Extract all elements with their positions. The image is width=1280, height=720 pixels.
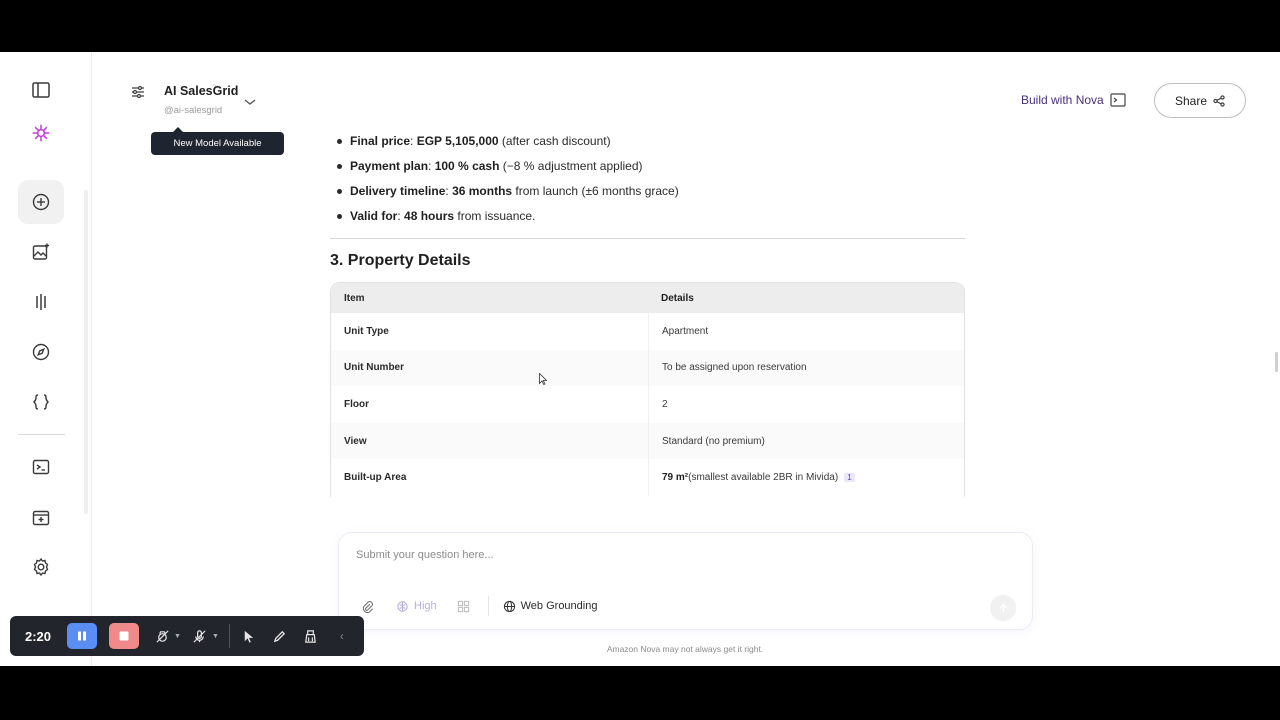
sidebar-scrollbar[interactable] bbox=[84, 190, 88, 514]
microphone-off-icon[interactable] bbox=[189, 625, 211, 647]
microphone-options-chevron-icon[interactable]: ▼ bbox=[212, 633, 219, 640]
left-sidebar bbox=[0, 52, 92, 666]
column-header-item: Item bbox=[344, 292, 365, 304]
table-header-row: Item Details bbox=[331, 283, 964, 313]
nova-logo-icon[interactable] bbox=[26, 118, 56, 148]
list-item: Final price: EGP 5,105,000 (after cash d… bbox=[333, 134, 679, 159]
app-window: AI SalesGrid @ai-salesgrid New Model Ava… bbox=[0, 52, 1280, 666]
toolbar-divider bbox=[228, 624, 230, 648]
pointer-tool-icon[interactable] bbox=[238, 625, 260, 647]
new-chat-icon[interactable] bbox=[18, 180, 64, 224]
section-title: 3. Property Details bbox=[330, 252, 471, 269]
build-with-nova-link[interactable]: Build with Nova bbox=[1021, 93, 1126, 107]
sidebar-divider bbox=[18, 434, 65, 435]
cell-detail: Apartment bbox=[648, 313, 708, 350]
model-dropdown-chevron-icon[interactable] bbox=[243, 94, 257, 105]
list-item: Payment plan: 100 % cash (−8 % adjustmen… bbox=[333, 159, 679, 184]
attach-paperclip-icon[interactable] bbox=[361, 600, 374, 613]
screen-recorder-toolbar: 2:20 ▼ ▼ ‹ bbox=[10, 616, 364, 656]
offer-terms-list: Final price: EGP 5,105,000 (after cash d… bbox=[333, 134, 679, 234]
explore-compass-icon[interactable] bbox=[26, 337, 56, 367]
web-grounding-toggle[interactable]: Web Grounding bbox=[503, 600, 598, 613]
recording-timer: 2:20 bbox=[25, 628, 52, 644]
list-item: Valid for: 48 hours from issuance. bbox=[333, 209, 679, 234]
eraser-tool-icon[interactable] bbox=[300, 625, 322, 647]
compare-icon[interactable] bbox=[26, 287, 56, 317]
terminal-icon bbox=[1110, 93, 1126, 107]
citation-badge[interactable]: 1 bbox=[844, 473, 855, 483]
brain-icon bbox=[397, 600, 408, 612]
page-scrollbar[interactable] bbox=[1275, 352, 1278, 372]
code-braces-icon[interactable] bbox=[26, 387, 56, 417]
model-settings-icon[interactable] bbox=[130, 84, 146, 100]
chat-input-box: High Web Grounding bbox=[338, 532, 1033, 630]
model-handle: @ai-salesgrid bbox=[164, 105, 223, 116]
arrow-up-icon bbox=[999, 603, 1007, 612]
sidebar-toggle-icon[interactable] bbox=[26, 75, 56, 105]
camera-off-icon[interactable] bbox=[151, 625, 173, 647]
toolbar-divider bbox=[487, 596, 489, 616]
stop-button[interactable] bbox=[109, 623, 139, 649]
cell-detail: 2 bbox=[648, 386, 668, 423]
area-note: (smallest available 2BR in Mivida) bbox=[688, 472, 839, 484]
cell-item: Floor bbox=[344, 398, 369, 410]
cell-detail: To be assigned upon reservation bbox=[648, 349, 807, 387]
settings-gear-icon[interactable] bbox=[26, 552, 56, 582]
cell-detail: Standard (no premium) bbox=[648, 422, 765, 460]
cell-item: Unit Number bbox=[344, 362, 404, 374]
share-icon bbox=[1213, 94, 1225, 107]
reasoning-level-label: High bbox=[414, 600, 437, 612]
pen-tool-icon[interactable] bbox=[269, 625, 291, 647]
pause-button[interactable] bbox=[67, 623, 97, 649]
camera-options-chevron-icon[interactable]: ▼ bbox=[174, 633, 181, 640]
globe-icon bbox=[503, 600, 515, 612]
cell-item: Built-up Area bbox=[344, 472, 407, 484]
build-with-nova-label: Build with Nova bbox=[1021, 93, 1104, 107]
send-button[interactable] bbox=[990, 595, 1016, 621]
cell-item: View bbox=[344, 435, 367, 447]
image-generate-icon[interactable] bbox=[26, 237, 56, 267]
list-item: Delivery timeline: 36 months from launch… bbox=[333, 184, 679, 209]
cell-detail: 79 m² (smallest available 2BR in Mivida)… bbox=[648, 459, 855, 496]
input-toolbar: High Web Grounding bbox=[361, 596, 597, 616]
share-button[interactable]: Share bbox=[1154, 83, 1246, 118]
table-row: Floor 2 bbox=[331, 386, 964, 423]
web-grounding-label: Web Grounding bbox=[520, 600, 598, 612]
column-header-details: Details bbox=[661, 292, 694, 304]
table-row: Built-up Area 79 m² (smallest available … bbox=[331, 459, 964, 496]
pause-icon bbox=[78, 631, 86, 641]
collapse-chevron-icon[interactable]: ‹ bbox=[331, 625, 353, 647]
tools-grid-icon[interactable] bbox=[457, 600, 470, 613]
cell-item: Unit Type bbox=[344, 325, 389, 337]
question-input[interactable] bbox=[356, 549, 956, 561]
terminal-icon[interactable] bbox=[26, 452, 56, 482]
table-row: Unit Number To be assigned upon reservat… bbox=[331, 349, 964, 387]
model-name[interactable]: AI SalesGrid bbox=[164, 84, 238, 98]
table-row: Unit Type Apartment bbox=[331, 313, 964, 350]
property-details-table: Item Details Unit Type Apartment Unit Nu… bbox=[330, 282, 965, 497]
table-row: View Standard (no premium) bbox=[331, 422, 964, 460]
app-sparkle-icon[interactable] bbox=[26, 503, 56, 533]
new-model-tooltip: New Model Available bbox=[151, 127, 284, 155]
reasoning-level-toggle[interactable]: High bbox=[396, 600, 437, 613]
area-value: 79 m² bbox=[662, 472, 689, 484]
stop-icon bbox=[119, 631, 129, 641]
section-divider bbox=[330, 238, 965, 239]
share-label: Share bbox=[1174, 93, 1208, 108]
mouse-cursor-icon bbox=[539, 372, 548, 386]
